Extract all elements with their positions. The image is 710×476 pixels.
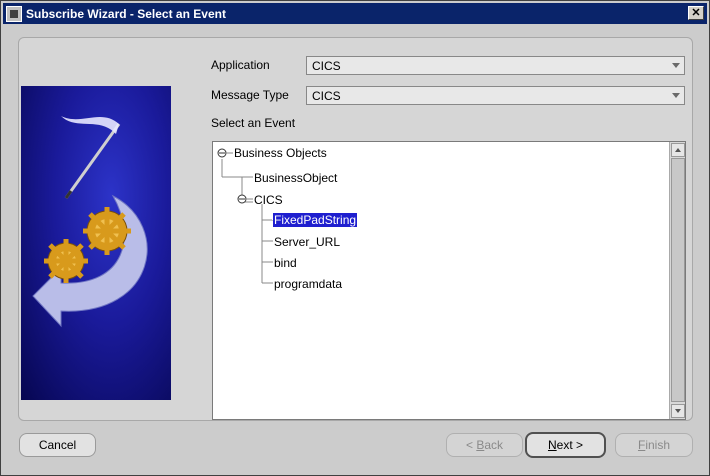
tree-node-businessobject[interactable]: BusinessObject bbox=[254, 171, 337, 185]
tree-node-cics[interactable]: CICS bbox=[254, 193, 283, 207]
back-button-label: < Back bbox=[465, 438, 504, 452]
application-value: CICS bbox=[312, 58, 341, 73]
collapse-icon bbox=[217, 148, 233, 158]
message-type-value: CICS bbox=[312, 88, 341, 103]
tree-node-bind[interactable]: bind bbox=[274, 256, 297, 270]
app-icon bbox=[6, 5, 22, 22]
tree-node-business-objects[interactable]: Business Objects bbox=[234, 146, 327, 160]
scroll-down-icon[interactable] bbox=[671, 404, 685, 418]
event-tree[interactable]: Business Objects BusinessObject CICS Fix… bbox=[212, 141, 686, 420]
application-label: Application bbox=[211, 58, 270, 72]
gears-arrow-illustration bbox=[32, 116, 148, 328]
back-button[interactable]: < Back bbox=[446, 433, 523, 457]
finish-button[interactable]: Finish bbox=[615, 433, 693, 457]
close-button[interactable]: ✕ bbox=[688, 6, 704, 20]
select-event-label: Select an Event bbox=[211, 116, 296, 130]
scroll-up-icon[interactable] bbox=[671, 143, 685, 157]
next-button-label: Next > bbox=[547, 438, 584, 452]
message-type-label: Message Type bbox=[211, 88, 289, 102]
finish-button-label: Finish bbox=[637, 438, 671, 452]
cancel-button[interactable]: Cancel bbox=[19, 433, 96, 457]
tree-vertical-scrollbar[interactable] bbox=[669, 142, 685, 419]
title-bar[interactable]: Subscribe Wizard - Select an Event ✕ bbox=[3, 3, 707, 24]
chevron-down-icon[interactable] bbox=[672, 93, 680, 98]
next-button[interactable]: Next > bbox=[525, 432, 606, 458]
application-select[interactable]: CICS bbox=[306, 56, 685, 75]
message-type-select[interactable]: CICS bbox=[306, 86, 685, 105]
cancel-button-label: Cancel bbox=[38, 438, 77, 452]
tree-node-server-url[interactable]: Server_URL bbox=[274, 235, 340, 249]
chevron-down-icon[interactable] bbox=[672, 63, 680, 68]
wizard-illustration bbox=[21, 86, 171, 400]
tree-node-programdata[interactable]: programdata bbox=[274, 277, 342, 291]
scroll-thumb[interactable] bbox=[671, 158, 685, 402]
window-title: Subscribe Wizard - Select an Event bbox=[26, 6, 226, 21]
subscribe-wizard-window: Subscribe Wizard - Select an Event ✕ App… bbox=[0, 0, 710, 476]
tree-node-fixedpadstring[interactable]: FixedPadString bbox=[271, 212, 359, 228]
